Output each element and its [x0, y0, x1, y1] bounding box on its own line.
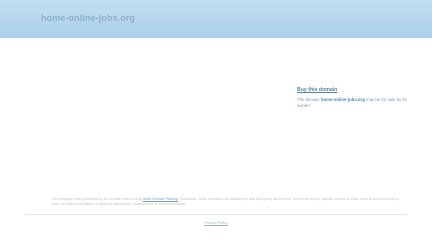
sale-domain: home-online-jobs.org [320, 97, 365, 102]
header-bar: home-online-jobs.org [0, 0, 432, 38]
footer-divider [25, 214, 407, 215]
sedo-parking-link[interactable]: Sedo Domain Parking [143, 197, 178, 201]
sale-prefix: The domain [297, 97, 320, 102]
buy-domain-panel: Buy this domain The domain home-online-j… [297, 87, 415, 109]
disclaimer: This webpage was generated by the domain… [51, 197, 401, 207]
buy-domain-link[interactable]: Buy this domain [297, 87, 415, 93]
privacy-policy-link[interactable]: Privacy Policy [0, 221, 432, 225]
disclaimer-text-1: This webpage was generated by the domain… [51, 197, 142, 201]
sale-notice: The domain home-online-jobs.org may be f… [297, 97, 415, 109]
domain-title: home-online-jobs.org [41, 13, 135, 23]
